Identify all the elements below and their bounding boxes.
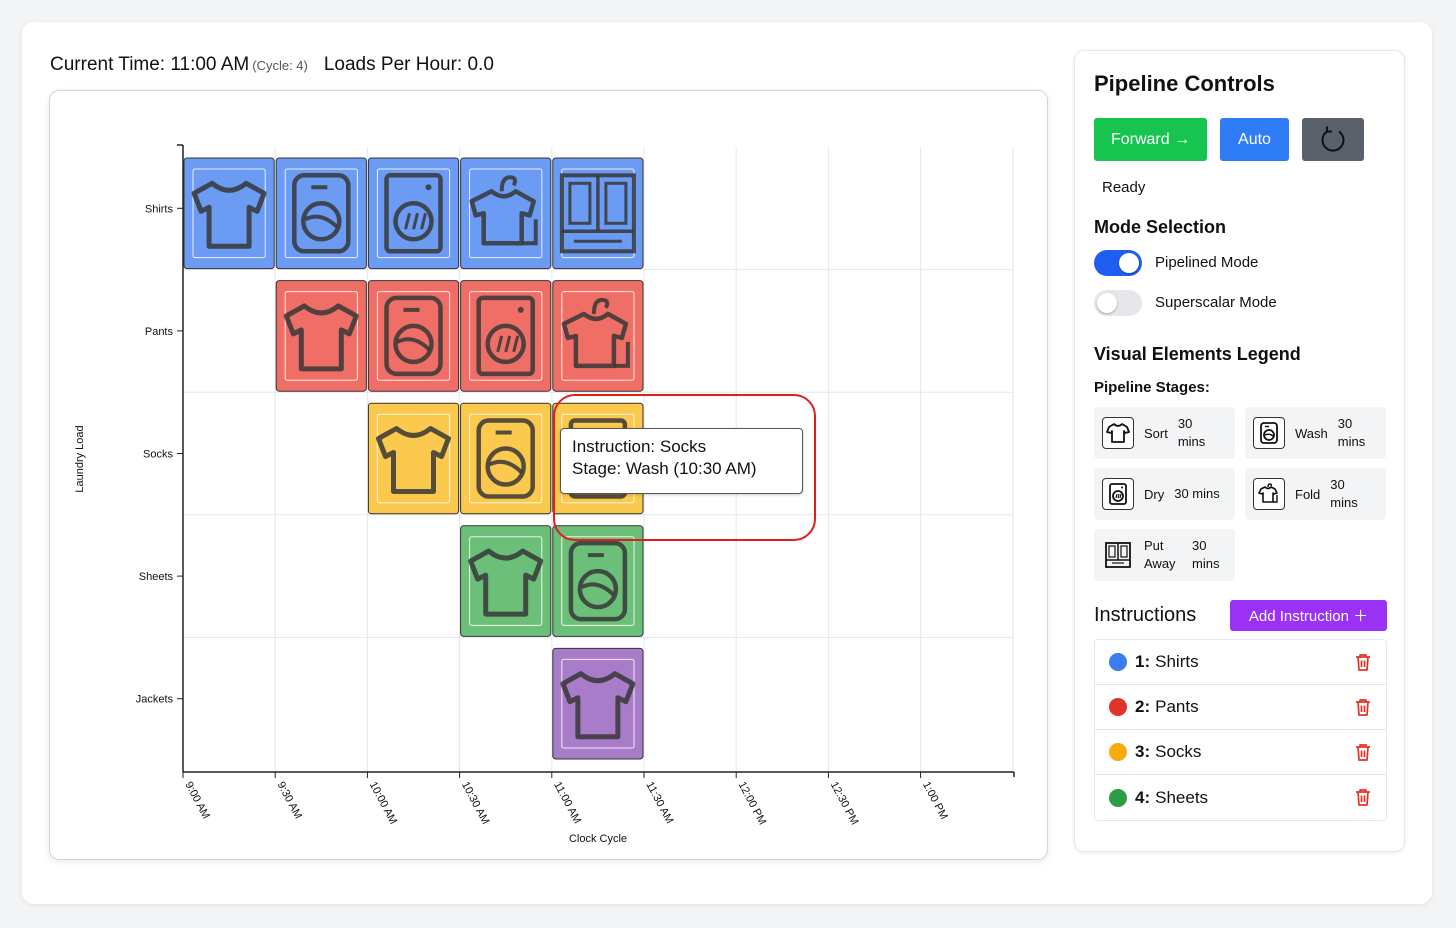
- instruction-row: 3: Socks: [1095, 730, 1386, 775]
- wardrobe-icon: [1102, 539, 1134, 571]
- instruction-color-dot: [1109, 788, 1127, 807]
- pipeline-chart-card: Shirts Pants Socks Sheets Jackets 9:00 AM 9:30…: [49, 90, 1048, 860]
- x-tick-label: 11:30 AM: [643, 780, 675, 826]
- auto-button[interactable]: Auto: [1220, 118, 1289, 161]
- instruction-name: Pants: [1155, 697, 1199, 716]
- y-tick-label: Socks: [143, 449, 173, 461]
- instruction-number: 4:: [1135, 787, 1151, 807]
- instruction-row: 2: Pants: [1095, 685, 1386, 730]
- instruction-number: 1:: [1135, 652, 1151, 671]
- tooltip-instruction: Instruction: Socks: [572, 437, 707, 456]
- instruction-color-dot: [1109, 653, 1127, 671]
- status-line: Current Time: 11:00 AM (Cycle: 4) Loads Pe…: [50, 54, 494, 76]
- superscalar-mode-toggle[interactable]: [1094, 290, 1142, 316]
- legend-stage-wash: Wash 30 mins: [1245, 407, 1386, 459]
- stage-time: 30 mins: [1337, 416, 1366, 449]
- dryer-icon: [1102, 478, 1134, 510]
- stage-time: 30 mins: [1192, 538, 1220, 571]
- y-tick-label: Sheets: [139, 571, 174, 583]
- panel-title: Pipeline Controls: [1094, 71, 1275, 96]
- forward-button[interactable]: Forward →: [1094, 118, 1207, 161]
- instruction-color-dot: [1109, 698, 1127, 716]
- trash-icon[interactable]: [1354, 652, 1372, 672]
- stage-time: 30 mins: [1330, 477, 1358, 510]
- pipeline-chart: Shirts Pants Socks Sheets Jackets 9:00 AM 9:30…: [74, 144, 1015, 845]
- instruction-row: 1: Shirts: [1095, 640, 1386, 685]
- pipeline-status: Ready: [1102, 179, 1146, 196]
- y-tick-label: Shirts: [145, 203, 174, 215]
- reset-button[interactable]: [1302, 118, 1364, 161]
- x-axis-label: Clock Cycle: [569, 833, 627, 845]
- instruction-list: 1: Shirts 2: Pants 3: Socks 4: Sheets: [1094, 639, 1387, 821]
- x-tick-label: 12:00 PM: [736, 780, 769, 827]
- toggle-knob: [1097, 293, 1117, 313]
- stage-name: Wash: [1295, 425, 1328, 441]
- toggle-knob: [1119, 253, 1139, 273]
- trash-icon[interactable]: [1354, 787, 1372, 807]
- pipeline-cell-sheets-sort: [460, 525, 552, 637]
- pipeline-controls-panel: Pipeline Controls Forward → Auto Ready M…: [1074, 50, 1405, 852]
- y-axis-label: Laundry Load: [74, 425, 86, 492]
- superscalar-mode-label: Superscalar Mode: [1155, 294, 1277, 311]
- pipelined-mode-label: Pipelined Mode: [1155, 254, 1259, 271]
- pipeline-cell-pants-sort: [275, 280, 367, 392]
- instruction-number: 3:: [1135, 742, 1151, 761]
- x-tick-label: 9:00 AM: [182, 780, 212, 821]
- x-tick-label: 1:00 PM: [920, 780, 950, 822]
- instruction-color-dot: [1109, 743, 1127, 761]
- stage-time: 30 mins: [1174, 486, 1220, 501]
- pipeline-cell-socks-sort: [367, 402, 460, 515]
- trash-icon[interactable]: [1354, 697, 1372, 717]
- instruction-name: Sheets: [1155, 787, 1209, 807]
- pipeline-cell-shirts-sort: [183, 157, 275, 270]
- stage-time: 30 mins: [1177, 416, 1206, 449]
- legend-title: Visual Elements Legend: [1094, 344, 1301, 364]
- y-tick-label: Jackets: [136, 694, 174, 706]
- current-time: Current Time: 11:00 AM: [50, 54, 250, 75]
- instruction-row: 4: Sheets: [1095, 775, 1386, 820]
- instruction-number: 2:: [1135, 697, 1151, 716]
- instruction-name: Shirts: [1155, 652, 1199, 671]
- mode-selection-title: Mode Selection: [1094, 217, 1227, 237]
- folded-shirt-icon: [1253, 478, 1285, 510]
- shirt-icon: [1102, 417, 1134, 449]
- stage-name: Sort: [1144, 425, 1168, 441]
- stage-name: Fold: [1295, 486, 1321, 502]
- legend-stage-fold: Fold 30 mins: [1245, 468, 1386, 520]
- legend-stage-sort: Sort 30 mins: [1094, 407, 1235, 459]
- legend-stage-put-away: Put Away 30 mins: [1094, 529, 1235, 581]
- legend-stage-dry: Dry 30 mins: [1094, 468, 1235, 520]
- reset-icon: [1321, 126, 1345, 152]
- washing-machine-icon: [1253, 417, 1285, 449]
- cycle-label: (Cycle: 4): [252, 58, 308, 73]
- chart-tooltip: Instruction: Socks Stage: Wash (10:30 AM…: [560, 428, 803, 494]
- add-instruction-button[interactable]: Add Instruction ＋: [1230, 600, 1387, 631]
- x-tick-label: 9:30 AM: [275, 780, 305, 821]
- loads-per-hour: Loads Per Hour: 0.0: [323, 54, 494, 75]
- tooltip-stage: Stage: Wash (10:30 AM): [572, 459, 757, 478]
- pipelined-mode-toggle[interactable]: [1094, 250, 1142, 276]
- x-tick-label: 12:30 PM: [828, 780, 861, 827]
- pipeline-stages-title: Pipeline Stages:: [1094, 379, 1210, 396]
- pipeline-cell-jackets-sort: [552, 647, 644, 760]
- stage-name: Put Away: [1144, 538, 1176, 571]
- instructions-title: Instructions: [1094, 604, 1197, 626]
- x-tick-label: 11:00 AM: [551, 780, 583, 826]
- dryer-knob: [425, 184, 432, 191]
- instruction-name: Socks: [1155, 742, 1202, 761]
- y-tick-label: Pants: [145, 326, 174, 338]
- dryer-knob: [517, 306, 524, 313]
- x-tick-label: 10:30 AM: [459, 780, 491, 827]
- stage-name: Dry: [1144, 486, 1165, 502]
- x-tick-label: 10:00 AM: [367, 780, 399, 827]
- trash-icon[interactable]: [1354, 742, 1372, 762]
